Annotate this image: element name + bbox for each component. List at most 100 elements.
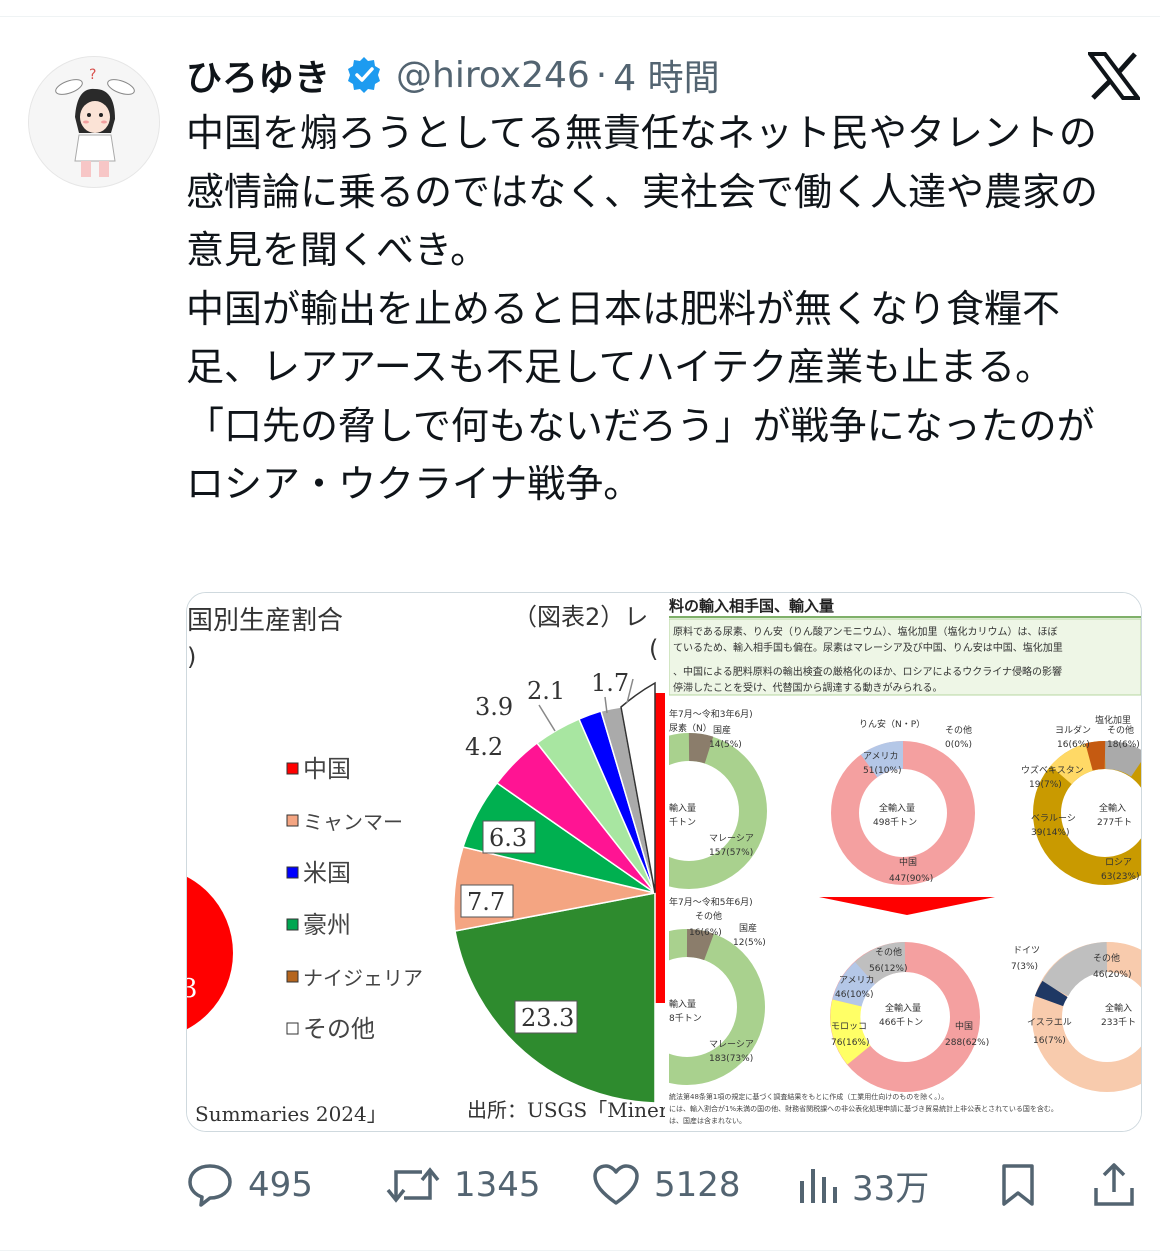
- tm-label-0: その他: [945, 724, 972, 736]
- bm-label-1: 56(12%): [869, 964, 907, 974]
- note-line-2: ているため、輸入相手国も偏在。尿素はマレーシア及び中国、りん安は中国、塩化加里: [673, 641, 1063, 654]
- bl-label-0: その他: [695, 910, 722, 922]
- bm-label-0: その他: [875, 946, 902, 958]
- bottom-divider: [0, 1250, 1160, 1251]
- tl-label-3: 157(57%): [709, 848, 753, 858]
- tm-center-1: 全輸入量: [879, 802, 915, 814]
- bl-center-1: 輸入量: [669, 998, 696, 1010]
- retweet-button[interactable]: 1345: [386, 1160, 541, 1210]
- views-button[interactable]: 33万: [798, 1160, 929, 1210]
- share-button[interactable]: [1092, 1160, 1136, 1210]
- reply-count: 495: [248, 1165, 313, 1205]
- post-time[interactable]: 4 時間: [613, 49, 719, 101]
- pie-label-2-1: 2.1: [527, 677, 565, 705]
- display-name[interactable]: ひろゆき: [186, 49, 330, 101]
- top-divider: [0, 16, 1160, 17]
- tr-label-1: 16(6%): [1057, 740, 1090, 750]
- rinan-label: りん安（N・P）: [859, 718, 925, 730]
- bookmark-icon: [1002, 1164, 1034, 1206]
- bookmark-button[interactable]: [998, 1160, 1038, 1210]
- svg-text:?: ?: [89, 67, 96, 83]
- verified-badge-icon: [348, 57, 381, 93]
- legend-label-australia: 豪州: [303, 911, 351, 939]
- tm-label-4: 中国: [899, 856, 917, 868]
- bl-label-5: 183(73%): [709, 1054, 753, 1064]
- pie-label-1-7: 1.7: [591, 669, 629, 697]
- paren-right: (: [649, 635, 658, 663]
- left-red-pie-edge: [187, 876, 233, 1030]
- tweet-text: 中国を煽ろうとしてる無責任なネット民やタレントの感情論に乗るのではなく、実社会で…: [186, 104, 1126, 514]
- footnote-3: は、国産は含まれない。: [669, 1116, 746, 1125]
- tr-label-5: 19(7%): [1029, 780, 1062, 790]
- reply-button[interactable]: 495: [186, 1160, 313, 1210]
- footnote-1: 統法第48条第1項の規定に基づく調査結果をもとに作成（工業用仕向けのものを除く。…: [669, 1092, 948, 1101]
- tweet-header: ひろゆき @hirox246 · 4 時間: [186, 50, 720, 100]
- tm-label-5: 447(90%): [889, 874, 933, 884]
- pie-label-23-3: 23.3: [521, 1004, 574, 1032]
- heading-country-share: 国別生産割合: [187, 606, 343, 636]
- pie-label-7-7: 7.7: [467, 888, 505, 916]
- user-handle[interactable]: @hirox246: [396, 55, 590, 96]
- retweet-count: 1345: [454, 1165, 541, 1205]
- media-image-right[interactable]: 料の輸入相手国、輸入量 原料である尿素、りん安（りん酸アンモニウム）、塩化加里（…: [669, 593, 1141, 1131]
- footer-right: 出所：USGS「Miner: [467, 1098, 665, 1122]
- tr-label-2: その他: [1107, 724, 1134, 736]
- tm-label-1: 0(0%): [945, 740, 972, 750]
- footnote-2: には、輸入割合が1%未満の国の他、財務省関税課への非公表化処理申請に基づき貿易統…: [669, 1104, 1058, 1113]
- br-label-3: 46(20%): [1093, 970, 1131, 980]
- media-image-left[interactable]: 3 国別生産割合 （図表2）レ ) ( 中国 ミャンマー 米国 豪州 ナイジェリ…: [187, 593, 665, 1131]
- tm-center-2: 498千トン: [873, 817, 917, 828]
- br-label-5: 16(7%): [1033, 1036, 1066, 1046]
- br-label-1: 7(3%): [1011, 962, 1038, 972]
- legend-label-myanmar: ミャンマー: [303, 810, 403, 834]
- note-line-4: 停滞したことを受け、代替国から調達する動きがみられる。: [673, 681, 943, 694]
- like-button[interactable]: 5128: [592, 1160, 741, 1210]
- tweet-paragraph-1: 中国を煽ろうとしてる無責任なネット民やタレントの感情論に乗るのではなく、実社会で…: [186, 111, 1099, 272]
- tl-label-0: 国産: [713, 724, 731, 736]
- pie-label-3-9: 3.9: [475, 693, 513, 721]
- separator-dot: ·: [595, 54, 608, 96]
- tr-label-6: ベラルーシ: [1031, 813, 1076, 824]
- tm-label-3: 51(10%): [863, 766, 901, 776]
- tr-label-3: 18(6%): [1107, 740, 1140, 750]
- paren-left: ): [187, 643, 196, 671]
- bm-label-4: モロッコ: [831, 1022, 867, 1032]
- bm-label-7: 288(62%): [945, 1038, 989, 1048]
- br-label-2: その他: [1093, 952, 1120, 964]
- br-label-0: ドイツ: [1013, 946, 1040, 956]
- bm-center-1: 全輸入量: [885, 1002, 921, 1014]
- note-line-1: 原料である尿素、りん安（りん酸アンモニウム）、塩化加里（塩化カリウム）は、ほぼ: [673, 625, 1058, 638]
- tr-label-8: ロシア: [1105, 858, 1132, 868]
- bl-label-3: 12(5%): [733, 938, 766, 948]
- pie-label-6-3: 6.3: [489, 824, 527, 852]
- bm-center-2: 466千トン: [879, 1017, 923, 1028]
- view-count: 33万: [852, 1168, 930, 1209]
- share-icon: [1094, 1163, 1134, 1206]
- bm-label-6: 中国: [955, 1020, 973, 1032]
- reply-icon: [188, 1164, 232, 1207]
- tl-label-1: 14(5%): [709, 740, 742, 750]
- fertilizer-import-graphic: 料の輸入相手国、輸入量 原料である尿素、りん安（りん酸アンモニウム）、塩化加里（…: [669, 593, 1141, 1131]
- heading-figure-2: （図表2）レ: [513, 603, 648, 631]
- legend-label-other: その他: [303, 1015, 375, 1043]
- legend: 中国 ミャンマー 米国 豪州 ナイジェリア その他: [286, 755, 423, 1043]
- bl-center-2: 8千トン: [669, 1013, 702, 1024]
- bl-label-2: 国産: [739, 922, 757, 934]
- tweet-media[interactable]: 3 国別生産割合 （図表2）レ ) ( 中国 ミャンマー 米国 豪州 ナイジェリ…: [186, 592, 1142, 1132]
- note-line-3: 、中国による肥料原料の輸出検査の厳格化のほか、ロシアによるウクライナ侵略の影響: [673, 665, 1062, 678]
- bm-label-5: 76(16%): [831, 1038, 869, 1048]
- period-label-1: 年7月～令和3年6月): [669, 708, 753, 720]
- tl-label-2: マレーシア: [709, 834, 754, 844]
- bm-label-3: 46(10%): [835, 990, 873, 1000]
- tweet-paragraph-3: 「口先の脅しで何もないだろう」が戦争になったのがロシア・ウクライナ戦争。: [186, 403, 1095, 507]
- tr-label-9: 63(23%): [1101, 872, 1139, 882]
- x-logo-icon[interactable]: [1088, 52, 1140, 100]
- tr-label-4: ウズベキスタン: [1021, 764, 1084, 776]
- bl-label-4: マレーシア: [709, 1040, 754, 1050]
- heart-icon: [593, 1164, 639, 1205]
- avatar-illustration: ?: [29, 57, 159, 187]
- tr-center-1: 全輸入: [1099, 802, 1126, 814]
- like-count: 5128: [654, 1165, 741, 1205]
- bm-label-2: アメリカ: [839, 975, 875, 986]
- avatar[interactable]: ?: [28, 56, 160, 188]
